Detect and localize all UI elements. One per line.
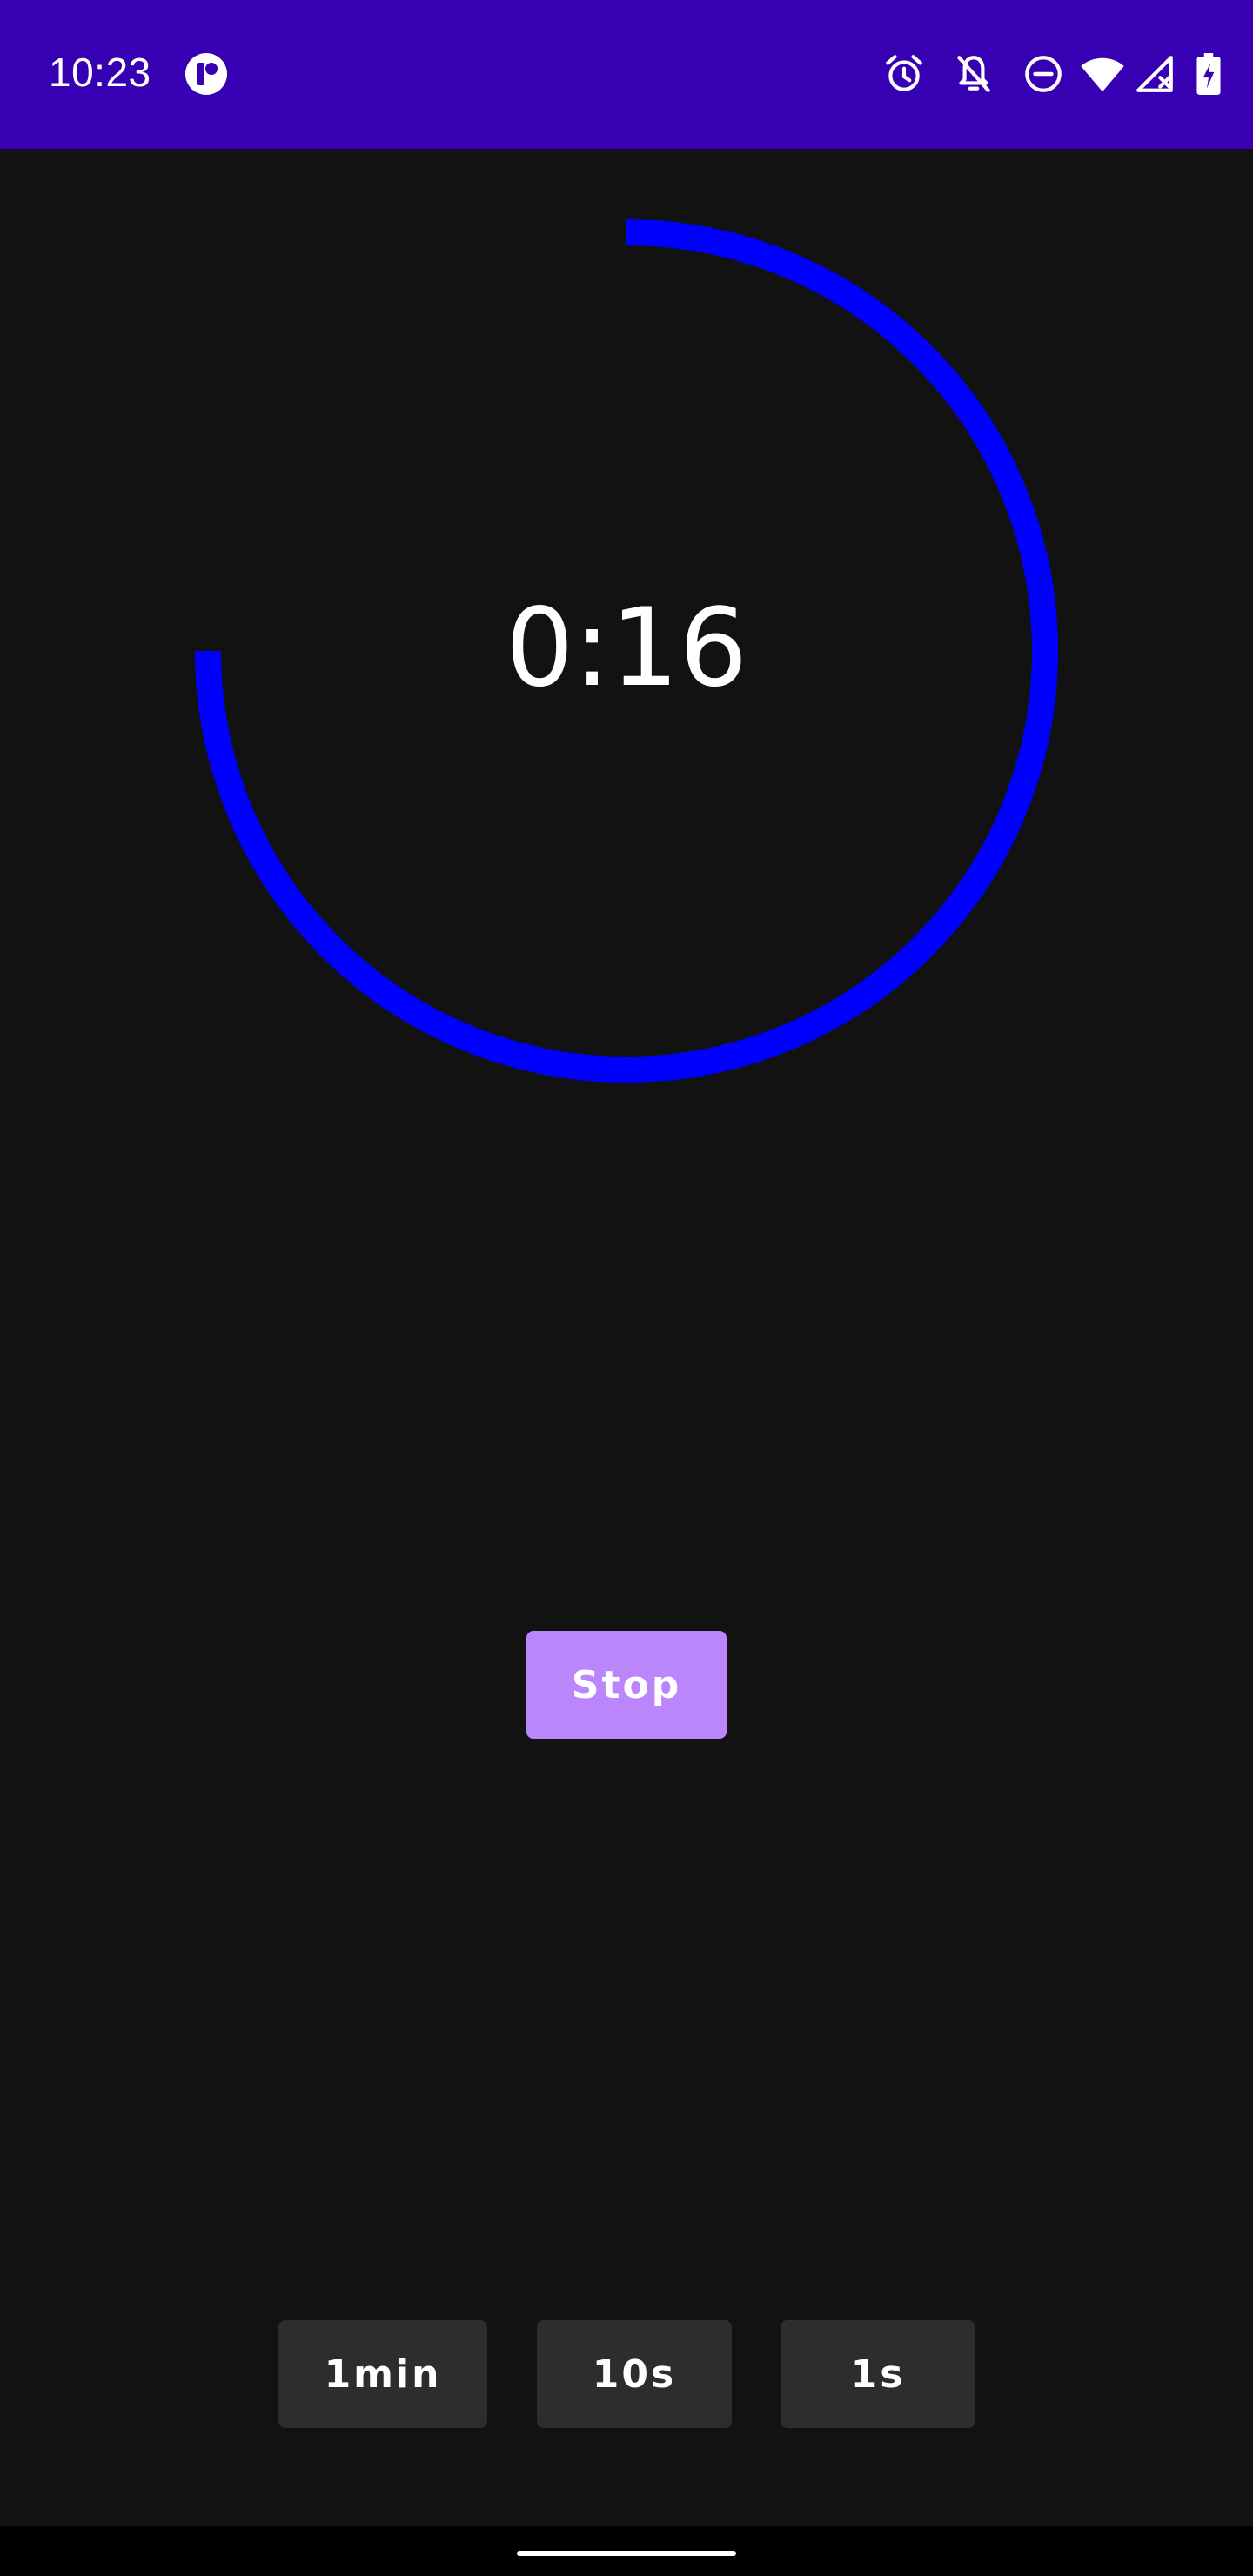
status-bar: 10:23 <box>0 0 1253 149</box>
alarm-icon <box>886 55 922 91</box>
stop-button[interactable]: Stop <box>526 1631 727 1739</box>
home-gesture-handle[interactable] <box>517 2551 736 2556</box>
add-10s-button[interactable]: 10s <box>537 2320 732 2428</box>
timer-display: 0:16 <box>505 586 748 711</box>
battery-charging-icon <box>1196 53 1221 95</box>
notifications-off-icon <box>957 56 990 92</box>
status-clock: 10:23 <box>49 50 151 95</box>
add-1min-button[interactable]: 1min <box>278 2320 487 2428</box>
add-1s-button[interactable]: 1s <box>781 2320 975 2428</box>
app-notification-icon <box>185 53 227 95</box>
no-signal-icon <box>1136 56 1173 92</box>
do-not-disturb-icon <box>1025 56 1062 92</box>
wifi-icon <box>1081 57 1124 92</box>
